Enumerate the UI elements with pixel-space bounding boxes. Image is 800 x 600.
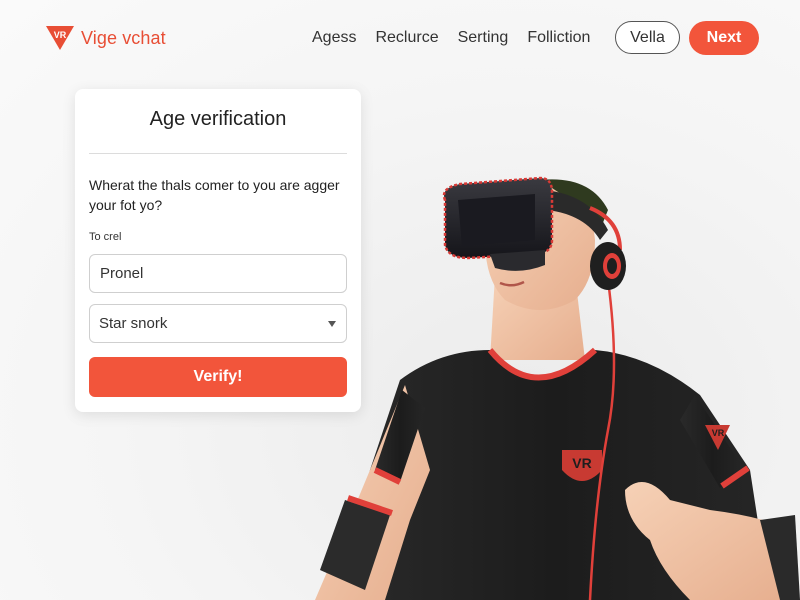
page: VR Vige vchat Agess Reclurce Serting Fol…: [0, 0, 800, 600]
verify-button[interactable]: Verify!: [89, 357, 347, 397]
card-title: Age verification: [149, 108, 287, 130]
chest-logo-text: VR: [572, 455, 591, 471]
age-verification-card: Age verification Wherat the thals comer …: [75, 89, 361, 412]
verification-question: Wherat the thals comer to you are agger …: [89, 177, 340, 213]
name-input[interactable]: [89, 254, 347, 293]
logo-mark-text: VR: [54, 30, 67, 40]
sleeve-logo-text: VR: [712, 428, 725, 438]
nav-link-agess[interactable]: Agess: [312, 29, 356, 47]
next-button[interactable]: Next: [689, 21, 759, 55]
card-divider: [89, 153, 347, 154]
field-label: To crel: [89, 231, 122, 243]
option-select[interactable]: Star snork: [89, 304, 347, 343]
nav-link-serting[interactable]: Serting: [458, 29, 509, 47]
brand-name: Vige vchat: [81, 27, 166, 48]
vr-user-illustration: VR VR: [290, 170, 800, 600]
chevron-down-icon: [328, 321, 336, 327]
main-nav: Agess Reclurce Serting Folliction: [312, 29, 609, 47]
vr-logo-icon: VR: [45, 24, 75, 52]
top-navigation-bar: VR Vige vchat Agess Reclurce Serting Fol…: [0, 0, 800, 78]
vella-button[interactable]: Vella: [615, 21, 680, 54]
nav-link-reclurce[interactable]: Reclurce: [375, 29, 438, 47]
vr-headset: [442, 176, 554, 271]
select-value: Star snork: [99, 315, 168, 332]
brand-logo[interactable]: VR Vige vchat: [45, 24, 166, 52]
nav-link-folliction[interactable]: Folliction: [527, 29, 590, 47]
